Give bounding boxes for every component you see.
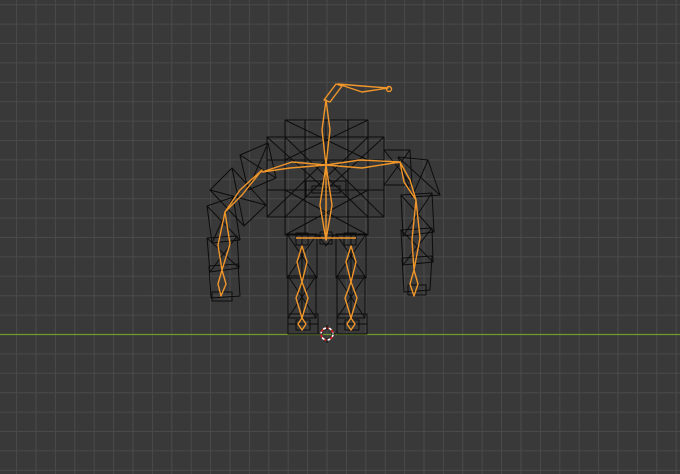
viewport-canvas[interactable] bbox=[0, 0, 680, 474]
3d-viewport[interactable] bbox=[0, 0, 680, 474]
